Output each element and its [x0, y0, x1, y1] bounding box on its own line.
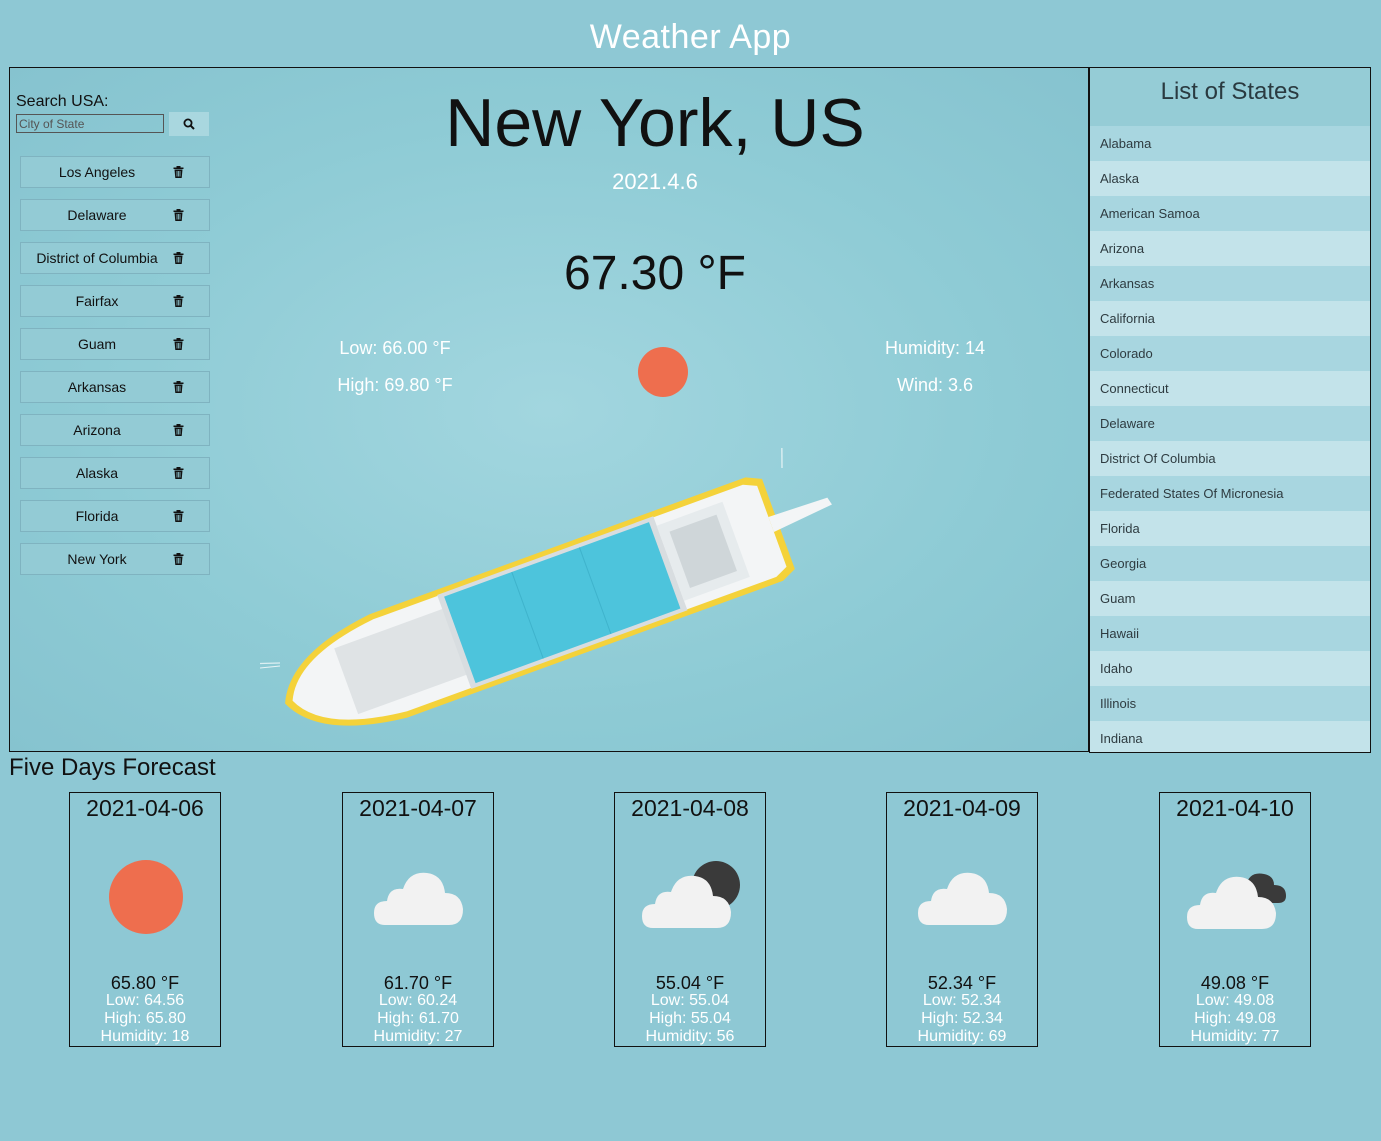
forecast-humidity: Humidity: 18 — [100, 1028, 190, 1045]
trash-icon[interactable] — [173, 553, 184, 565]
history-item[interactable]: Arizona — [20, 414, 210, 446]
history-item-label: Delaware — [67, 207, 127, 223]
state-item[interactable]: Alaska — [1090, 161, 1370, 196]
search-history-list: Los Angeles Delaware District of Columbi… — [20, 156, 210, 586]
history-item[interactable]: New York — [20, 543, 210, 575]
state-item[interactable]: Hawaii — [1090, 616, 1370, 651]
state-item[interactable]: American Samoa — [1090, 196, 1370, 231]
state-item[interactable]: Georgia — [1090, 546, 1370, 581]
current-wind: Wind: 3.6 — [896, 375, 974, 395]
forecast-high: High: 65.80 — [104, 1010, 186, 1027]
forecast-date: 2021-04-08 — [631, 795, 749, 821]
forecast-card: 2021-04-10 49.08 °F Low: 49.08 High: 49.… — [1159, 792, 1311, 1047]
trash-icon[interactable] — [173, 338, 184, 350]
trash-icon[interactable] — [173, 510, 184, 522]
history-item-label: Arizona — [73, 422, 121, 438]
forecast-card: 2021-04-06 65.80 °F Low: 64.56 High: 65.… — [69, 792, 221, 1047]
current-high: High: 69.80 °F — [337, 375, 453, 395]
history-item-label: Guam — [77, 336, 117, 352]
state-item[interactable]: Alabama — [1090, 126, 1370, 161]
trash-icon[interactable] — [173, 209, 184, 221]
history-item[interactable]: Guam — [20, 328, 210, 360]
current-low: Low: 66.00 °F — [339, 338, 451, 358]
forecast-humidity: Humidity: 27 — [373, 1028, 463, 1045]
history-item[interactable]: Delaware — [20, 199, 210, 231]
forecast-low: Low: 60.24 — [378, 992, 458, 1009]
sun-icon — [109, 860, 183, 934]
forecast-temp: 52.34 °F — [927, 973, 997, 993]
state-item[interactable]: Illinois — [1090, 686, 1370, 721]
state-item[interactable]: California — [1090, 301, 1370, 336]
forecast-low: Low: 55.04 — [650, 992, 730, 1009]
state-item[interactable]: Idaho — [1090, 651, 1370, 686]
state-item[interactable]: District Of Columbia — [1090, 441, 1370, 476]
forecast-low: Low: 49.08 — [1195, 992, 1275, 1009]
forecast-low: Low: 52.34 — [922, 992, 1002, 1009]
app-title: Weather App — [589, 18, 792, 56]
forecast-date: 2021-04-07 — [359, 795, 477, 821]
state-item[interactable]: Arizona — [1090, 231, 1370, 266]
cloud-icon — [374, 872, 463, 925]
forecast-temp: 61.70 °F — [383, 973, 453, 993]
sun-icon — [638, 347, 688, 397]
state-item[interactable]: Arkansas — [1090, 266, 1370, 301]
history-item-label: Florida — [75, 508, 119, 524]
forecast-card: 2021-04-09 52.34 °F Low: 52.34 High: 52.… — [886, 792, 1038, 1047]
forecast-title: Five Days Forecast — [9, 754, 216, 781]
forecast-humidity: Humidity: 56 — [645, 1028, 735, 1045]
trash-icon[interactable] — [173, 424, 184, 436]
broken-clouds-icon — [1187, 873, 1286, 929]
current-weather-panel: Search USA: Los Angeles Delaware Distric… — [9, 67, 1089, 752]
forecast-card: 2021-04-08 55.04 °F Low: 55.04 High: 55.… — [614, 792, 766, 1047]
states-panel: List of States Alabama Alaska American S… — [1089, 67, 1371, 753]
forecast-humidity: Humidity: 69 — [917, 1028, 1007, 1045]
history-item-label: Alaska — [75, 465, 119, 481]
forecast-high: High: 52.34 — [921, 1010, 1003, 1027]
forecast-card: 2021-04-07 61.70 °F Low: 60.24 High: 61.… — [342, 792, 494, 1047]
forecast-low: Low: 64.56 — [105, 992, 185, 1009]
states-list: Alabama Alaska American Samoa Arizona Ar… — [1090, 126, 1370, 752]
forecast-temp: 55.04 °F — [655, 973, 725, 993]
state-item[interactable]: Colorado — [1090, 336, 1370, 371]
current-humidity: Humidity: 14 — [884, 338, 986, 358]
state-item[interactable]: Federated States Of Micronesia — [1090, 476, 1370, 511]
states-title: List of States — [1160, 78, 1300, 105]
forecast-high: High: 49.08 — [1194, 1010, 1276, 1027]
history-item[interactable]: Arkansas — [20, 371, 210, 403]
cloud-icon — [918, 872, 1007, 925]
history-item[interactable]: Florida — [20, 500, 210, 532]
history-item-label: New York — [67, 551, 127, 567]
forecast-date: 2021-04-10 — [1176, 795, 1294, 821]
state-item[interactable]: Indiana — [1090, 721, 1370, 752]
current-date: 2021.4.6 — [612, 169, 698, 194]
forecast-temp: 65.80 °F — [110, 973, 180, 993]
forecast-temp: 49.08 °F — [1200, 973, 1270, 993]
state-item[interactable]: Florida — [1090, 511, 1370, 546]
forecast-date: 2021-04-06 — [86, 795, 204, 821]
state-item[interactable]: Delaware — [1090, 406, 1370, 441]
current-temperature: 67.30 °F — [564, 247, 746, 300]
trash-icon[interactable] — [173, 381, 184, 393]
forecast-high: High: 61.70 — [377, 1010, 459, 1027]
state-item[interactable]: Connecticut — [1090, 371, 1370, 406]
state-item[interactable]: Guam — [1090, 581, 1370, 616]
current-city: New York, US — [445, 85, 865, 161]
forecast-high: High: 55.04 — [649, 1010, 731, 1027]
cloud-dark-sun-icon — [642, 861, 740, 928]
forecast-date: 2021-04-09 — [903, 795, 1021, 821]
boat-background-image — [260, 448, 832, 726]
history-item-label: Arkansas — [67, 379, 127, 395]
forecast-humidity: Humidity: 77 — [1190, 1028, 1280, 1045]
trash-icon[interactable] — [173, 467, 184, 479]
history-item[interactable]: Alaska — [20, 457, 210, 489]
